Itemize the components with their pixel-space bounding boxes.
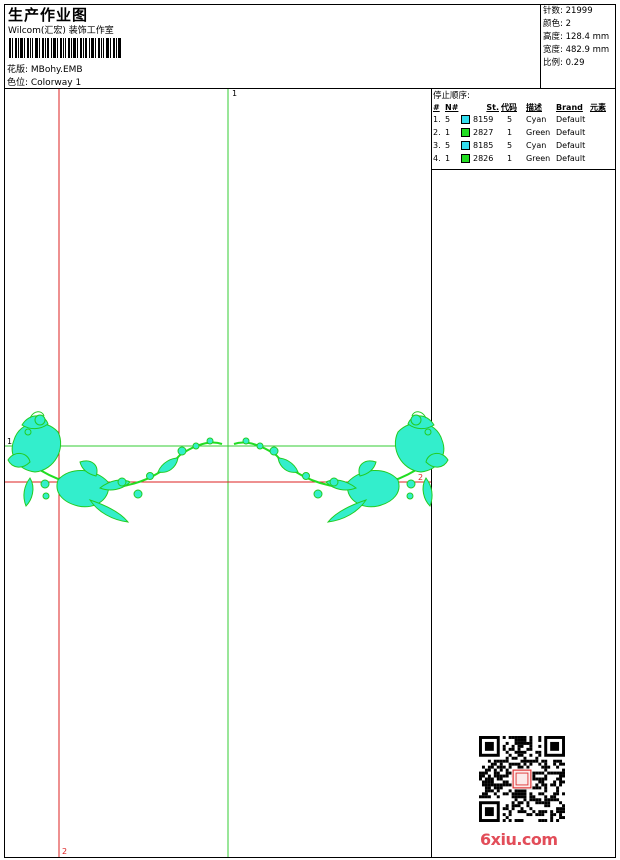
guide-label-green-horizontal: 1	[7, 437, 13, 446]
motif-left	[7, 410, 223, 523]
embroidery-preview	[5, 89, 449, 857]
qr-code	[479, 736, 565, 822]
guide-label-red-vertical: 2	[62, 847, 68, 856]
guide-label-green-vertical: 1	[232, 89, 238, 98]
guide-label-red-horizontal: 2	[418, 473, 424, 482]
motif-right	[233, 410, 449, 523]
watermark-logo: 6xiu.com	[480, 830, 558, 849]
